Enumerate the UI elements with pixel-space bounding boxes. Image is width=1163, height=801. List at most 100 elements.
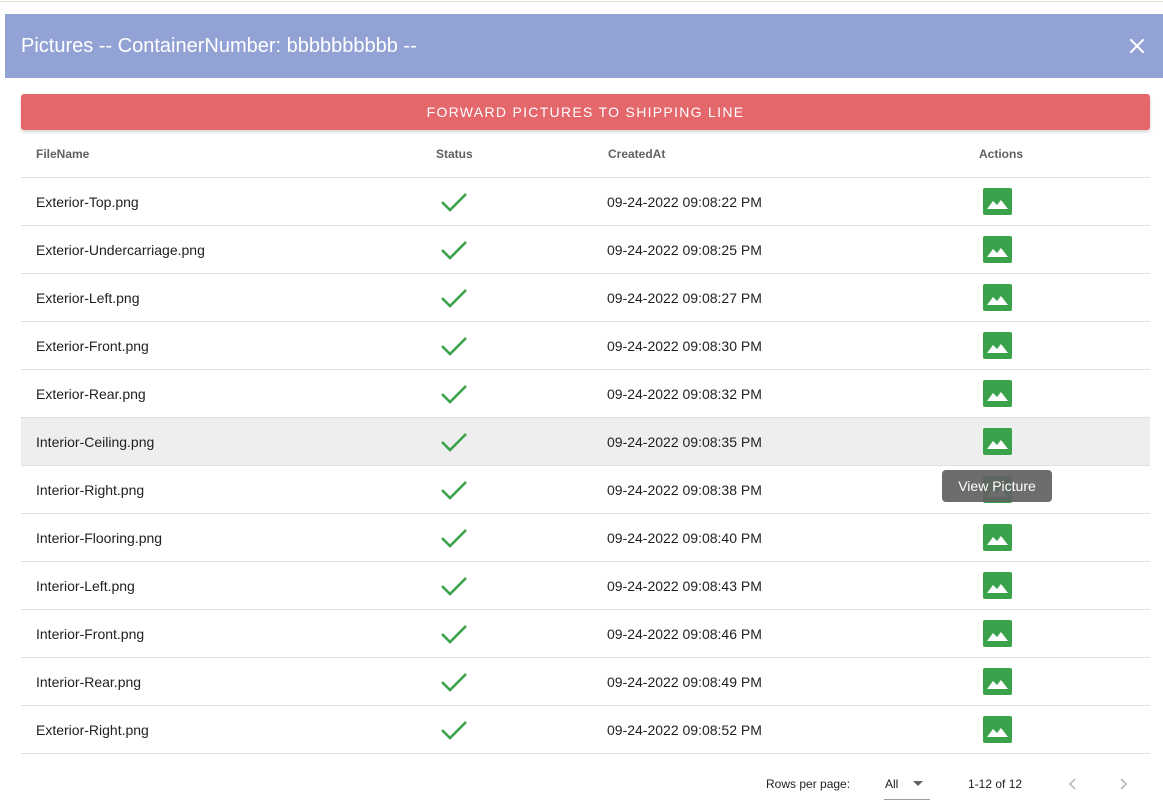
actions-cell xyxy=(982,418,1012,465)
table-row: Exterior-Undercarriage.png 09-24-2022 09:… xyxy=(21,226,1150,274)
filename-cell: Interior-Front.png xyxy=(36,625,145,642)
check-icon xyxy=(441,240,467,260)
view-picture-button[interactable] xyxy=(982,284,1012,311)
status-cell xyxy=(439,178,469,225)
image-icon xyxy=(986,343,1008,353)
image-icon xyxy=(986,295,1008,305)
view-picture-button[interactable] xyxy=(982,572,1012,599)
table-row: Exterior-Rear.png 09-24-2022 09:08:32 PM xyxy=(21,370,1150,418)
view-picture-button[interactable] xyxy=(982,620,1012,647)
image-icon xyxy=(986,631,1008,641)
next-page-button[interactable] xyxy=(1111,772,1135,796)
created-at-cell: 09-24-2022 09:08:27 PM xyxy=(607,289,762,306)
image-icon xyxy=(986,199,1008,209)
close-icon xyxy=(1129,38,1145,54)
check-icon xyxy=(441,480,467,500)
pictures-table: FileName Status CreatedAt Actions Exteri… xyxy=(21,130,1150,754)
created-at-cell: 09-24-2022 09:08:32 PM xyxy=(607,385,762,402)
filename-cell: Exterior-Right.png xyxy=(36,721,149,738)
check-icon xyxy=(441,336,467,356)
image-icon xyxy=(986,535,1008,545)
actions-cell xyxy=(982,514,1012,561)
rows-per-page-select[interactable]: All xyxy=(884,766,930,800)
table-pagination: Rows per page: All 1-12 of 12 xyxy=(5,766,1163,801)
previous-page-button[interactable] xyxy=(1061,772,1085,796)
actions-cell xyxy=(982,322,1012,369)
actions-cell xyxy=(982,658,1012,705)
status-cell xyxy=(439,466,469,513)
filename-cell: Interior-Ceiling.png xyxy=(36,433,155,450)
view-picture-button[interactable] xyxy=(982,332,1012,359)
filename-cell: Exterior-Rear.png xyxy=(36,385,146,402)
actions-cell xyxy=(982,610,1012,657)
status-cell xyxy=(439,370,469,417)
image-icon xyxy=(986,247,1008,257)
column-header-actions[interactable]: Actions xyxy=(979,147,1023,161)
status-cell xyxy=(439,322,469,369)
view-picture-button[interactable] xyxy=(982,524,1012,551)
actions-cell xyxy=(982,706,1012,753)
actions-cell xyxy=(982,226,1012,273)
created-at-cell: 09-24-2022 09:08:49 PM xyxy=(607,673,762,690)
chevron-left-icon xyxy=(1068,778,1076,790)
pagination-range: 1-12 of 12 xyxy=(968,777,1023,791)
actions-cell xyxy=(982,274,1012,321)
image-icon xyxy=(986,679,1008,689)
created-at-cell: 09-24-2022 09:08:30 PM xyxy=(607,337,762,354)
created-at-cell: 09-24-2022 09:08:35 PM xyxy=(607,433,762,450)
check-icon xyxy=(441,432,467,452)
check-icon xyxy=(441,720,467,740)
created-at-cell: 09-24-2022 09:08:52 PM xyxy=(607,721,762,738)
table-row: Interior-Flooring.png 09-24-2022 09:08:40… xyxy=(21,514,1150,562)
view-picture-button[interactable] xyxy=(982,428,1012,455)
filename-cell: Interior-Rear.png xyxy=(36,673,142,690)
table-body: Exterior-Top.png 09-24-2022 09:08:22 PM Ex… xyxy=(21,178,1150,754)
view-picture-tooltip: View Picture xyxy=(942,470,1052,502)
actions-cell xyxy=(982,370,1012,417)
created-at-cell: 09-24-2022 09:08:43 PM xyxy=(607,577,762,594)
status-cell xyxy=(439,562,469,609)
rows-per-page-value: All xyxy=(885,777,899,791)
top-divider xyxy=(0,0,1163,2)
check-icon xyxy=(441,384,467,404)
filename-cell: Exterior-Top.png xyxy=(36,193,139,210)
filename-cell: Interior-Flooring.png xyxy=(36,529,163,546)
view-picture-button[interactable] xyxy=(982,716,1012,743)
view-picture-button[interactable] xyxy=(982,236,1012,263)
status-cell xyxy=(439,706,469,753)
table-row: Exterior-Front.png 09-24-2022 09:08:30 PM xyxy=(21,322,1150,370)
status-cell xyxy=(439,514,469,561)
filename-cell: Exterior-Undercarriage.png xyxy=(36,241,205,258)
check-icon xyxy=(441,528,467,548)
table-row: Interior-Ceiling.png 09-24-2022 09:08:35 … xyxy=(21,418,1150,466)
filename-cell: Exterior-Left.png xyxy=(36,289,140,306)
actions-cell xyxy=(982,562,1012,609)
table-row: Interior-Left.png 09-24-2022 09:08:43 PM xyxy=(21,562,1150,610)
created-at-cell: 09-24-2022 09:08:46 PM xyxy=(607,625,762,642)
forward-pictures-button[interactable]: FORWARD PICTURES TO SHIPPING LINE xyxy=(21,94,1150,130)
check-icon xyxy=(441,672,467,692)
column-header-status[interactable]: Status xyxy=(436,147,473,161)
table-row: Interior-Rear.png 09-24-2022 09:08:49 PM xyxy=(21,658,1150,706)
check-icon xyxy=(441,624,467,644)
image-icon xyxy=(986,583,1008,593)
status-cell xyxy=(439,274,469,321)
close-button[interactable] xyxy=(1121,30,1153,62)
filename-cell: Exterior-Front.png xyxy=(36,337,149,354)
view-picture-button[interactable] xyxy=(982,380,1012,407)
dialog-title: Pictures -- ContainerNumber: bbbbbbbbbb … xyxy=(21,35,417,57)
view-picture-button[interactable] xyxy=(982,188,1012,215)
filename-cell: Interior-Right.png xyxy=(36,481,145,498)
check-icon xyxy=(441,192,467,212)
filename-cell: Interior-Left.png xyxy=(36,577,135,594)
rows-per-page-label: Rows per page: xyxy=(766,777,851,791)
check-icon xyxy=(441,288,467,308)
dropdown-caret-icon xyxy=(913,781,923,786)
created-at-cell: 09-24-2022 09:08:22 PM xyxy=(607,193,762,210)
column-header-createdat[interactable]: CreatedAt xyxy=(608,147,665,161)
column-header-filename[interactable]: FileName xyxy=(36,147,89,161)
created-at-cell: 09-24-2022 09:08:25 PM xyxy=(607,241,762,258)
check-icon xyxy=(441,576,467,596)
table-header: FileName Status CreatedAt Actions xyxy=(21,130,1150,178)
view-picture-button[interactable] xyxy=(982,668,1012,695)
